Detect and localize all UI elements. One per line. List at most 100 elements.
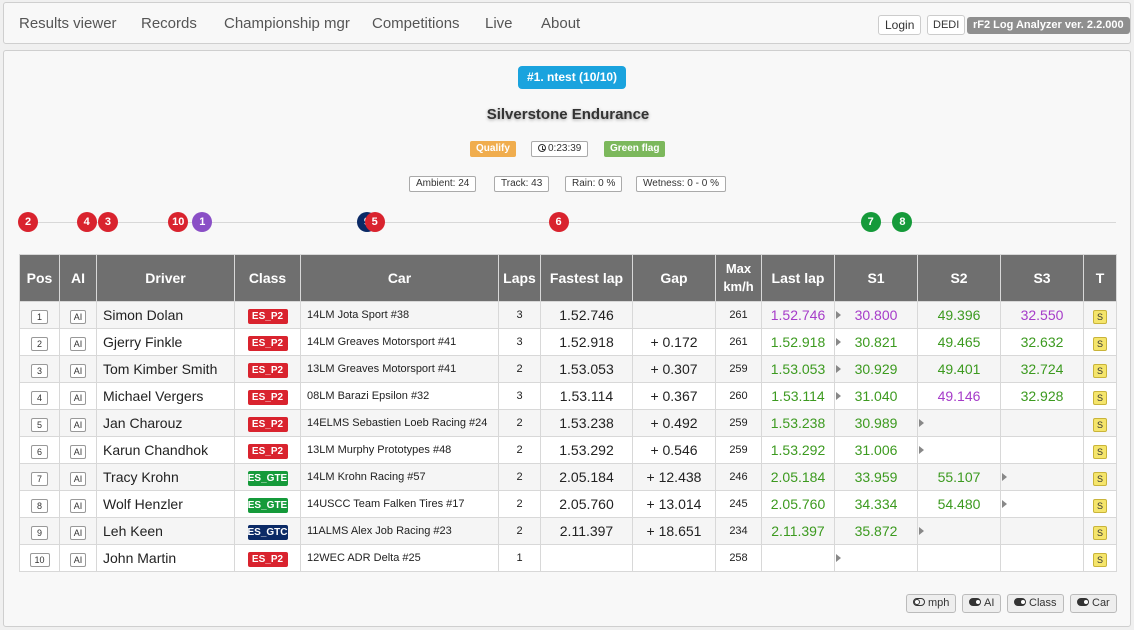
- car-position-marker[interactable]: 1: [192, 212, 213, 232]
- max-kmh-cell: 259: [715, 436, 762, 464]
- car-position-marker[interactable]: 4: [76, 212, 97, 232]
- tyre-badge[interactable]: S: [1093, 309, 1107, 324]
- car-name: 14ELMS Sebastien Loeb Racing #24: [300, 409, 499, 437]
- table-row[interactable]: 6 AI Karun Chandhok ES_P2 13LM Murphy Protot…: [19, 436, 1117, 464]
- driver-name[interactable]: Simon Dolan: [96, 301, 235, 329]
- nav-live[interactable]: Live: [485, 15, 513, 32]
- s1-value: 33.959: [854, 469, 898, 485]
- car-position-marker[interactable]: 2: [18, 212, 38, 232]
- table-row[interactable]: 3 AI Tom Kimber Smith ES_P2 13LM Greaves Mot…: [19, 355, 1117, 383]
- col-t[interactable]: T: [1083, 254, 1117, 302]
- ai-toggle[interactable]: AI: [962, 594, 1002, 613]
- s3-value: 32.550: [1020, 307, 1064, 323]
- mph-toggle[interactable]: mph: [906, 594, 957, 613]
- class-badge: ES_P2: [247, 363, 288, 378]
- ai-box: AI: [69, 390, 87, 405]
- table-row[interactable]: 7 AI Tracy Krohn ES_GTE 14LM Krohn Racing #5…: [19, 463, 1117, 491]
- ai-box: AI: [69, 552, 87, 567]
- nav-records[interactable]: Records: [141, 15, 197, 32]
- table-row[interactable]: 5 AI Jan Charouz ES_P2 14ELMS Sebastien Loeb…: [19, 409, 1117, 437]
- table-row[interactable]: 8 AI Wolf Henzler ES_GTE 14USCC Team Falken …: [19, 490, 1117, 518]
- driver-name[interactable]: John Martin: [96, 544, 235, 572]
- col-last-lap[interactable]: Last lap: [761, 254, 835, 302]
- pos-cell: 8: [19, 490, 60, 518]
- tyre-cell: S: [1083, 490, 1117, 518]
- tyre-badge[interactable]: S: [1093, 525, 1107, 540]
- laps-cell: 3: [498, 301, 541, 329]
- class-badge: ES_P2: [247, 444, 288, 459]
- ai-cell: AI: [59, 490, 97, 518]
- car-toggle[interactable]: Car: [1070, 594, 1117, 613]
- nav-about[interactable]: About: [541, 15, 580, 32]
- car-name: 14LM Jota Sport #38: [300, 301, 499, 329]
- col-class[interactable]: Class: [234, 254, 301, 302]
- tyre-badge[interactable]: S: [1093, 336, 1107, 351]
- s2-cell: [917, 544, 1001, 572]
- max-kmh-cell: 246: [715, 463, 762, 491]
- col-gap[interactable]: Gap: [632, 254, 716, 302]
- table-row[interactable]: 2 AI Gjerry Finkle ES_P2 14LM Greaves Motors…: [19, 328, 1117, 356]
- rain-level: Rain: 0 %: [565, 176, 623, 192]
- tyre-badge[interactable]: S: [1093, 390, 1107, 405]
- flag-badge: Green flag: [604, 141, 666, 157]
- toggle-off-icon: [913, 598, 925, 606]
- s1-cell: 34.334: [834, 490, 918, 518]
- last-lap-cell: 1.52.746: [761, 301, 835, 329]
- fastest-lap-cell: 1.53.053: [540, 355, 633, 383]
- laps-cell: 2: [498, 436, 541, 464]
- col-max-kmh[interactable]: Max km/h: [715, 254, 762, 302]
- session-badge[interactable]: #1. ntest (10/10): [518, 66, 627, 89]
- s2-value: 49.146: [937, 388, 981, 404]
- car-position-marker[interactable]: 5: [364, 212, 385, 232]
- col-car[interactable]: Car: [300, 254, 499, 302]
- table-row[interactable]: 10 AI John Martin ES_P2 12WEC ADR Delta #25 1…: [19, 544, 1117, 572]
- car-position-marker[interactable]: 8: [892, 212, 913, 232]
- driver-name[interactable]: Gjerry Finkle: [96, 328, 235, 356]
- col-s2[interactable]: S2: [917, 254, 1001, 302]
- class-cell: ES_P2: [234, 328, 301, 356]
- fastest-lap-cell: 1.53.292: [540, 436, 633, 464]
- driver-name[interactable]: Karun Chandhok: [96, 436, 235, 464]
- tyre-badge[interactable]: S: [1093, 471, 1107, 486]
- tyre-badge[interactable]: S: [1093, 498, 1107, 513]
- car-position-marker[interactable]: 10: [168, 212, 189, 232]
- class-toggle[interactable]: Class: [1007, 594, 1064, 613]
- s2-value: 49.396: [937, 307, 981, 323]
- laps-cell: 3: [498, 328, 541, 356]
- tyre-cell: S: [1083, 517, 1117, 545]
- driver-name[interactable]: Tracy Krohn: [96, 463, 235, 491]
- table-row[interactable]: 4 AI Michael Vergers ES_P2 08LM Barazi Epsil…: [19, 382, 1117, 410]
- tyre-badge[interactable]: S: [1093, 444, 1107, 459]
- col-driver[interactable]: Driver: [96, 254, 235, 302]
- table-row[interactable]: 9 AI Leh Keen ES_GTC 11ALMS Alex Job Racing …: [19, 517, 1117, 545]
- ai-box: AI: [69, 525, 87, 540]
- current-sector-arrow-icon: [836, 311, 841, 319]
- dedi-button[interactable]: DEDI: [927, 15, 966, 35]
- driver-name[interactable]: Wolf Henzler: [96, 490, 235, 518]
- col-s3[interactable]: S3: [1000, 254, 1084, 302]
- col-ai[interactable]: AI: [59, 254, 97, 302]
- class-toggle-label: Class: [1029, 597, 1057, 609]
- col-pos[interactable]: Pos: [19, 254, 60, 302]
- car-position-marker[interactable]: 6: [548, 212, 569, 232]
- col-s1[interactable]: S1: [834, 254, 918, 302]
- nav-results-viewer[interactable]: Results viewer: [19, 15, 117, 32]
- car-position-marker[interactable]: 3: [97, 212, 118, 232]
- login-button[interactable]: Login: [878, 15, 922, 35]
- col-laps[interactable]: Laps: [498, 254, 541, 302]
- tyre-badge[interactable]: S: [1093, 363, 1107, 378]
- class-badge: ES_P2: [247, 336, 288, 351]
- nav-competitions[interactable]: Competitions: [372, 15, 460, 32]
- tyre-badge[interactable]: S: [1093, 552, 1107, 567]
- driver-name[interactable]: Jan Charouz: [96, 409, 235, 437]
- s2-value: 55.107: [937, 469, 981, 485]
- s2-cell: [917, 409, 1001, 437]
- nav-championship-mgr[interactable]: Championship mgr: [224, 15, 350, 32]
- col-fastest-lap[interactable]: Fastest lap: [540, 254, 633, 302]
- driver-name[interactable]: Leh Keen: [96, 517, 235, 545]
- car-position-marker[interactable]: 7: [860, 212, 881, 232]
- driver-name[interactable]: Michael Vergers: [96, 382, 235, 410]
- table-row[interactable]: 1 AI Simon Dolan ES_P2 14LM Jota Sport #38 3 1…: [19, 301, 1117, 329]
- driver-name[interactable]: Tom Kimber Smith: [96, 355, 235, 383]
- tyre-badge[interactable]: S: [1093, 417, 1107, 432]
